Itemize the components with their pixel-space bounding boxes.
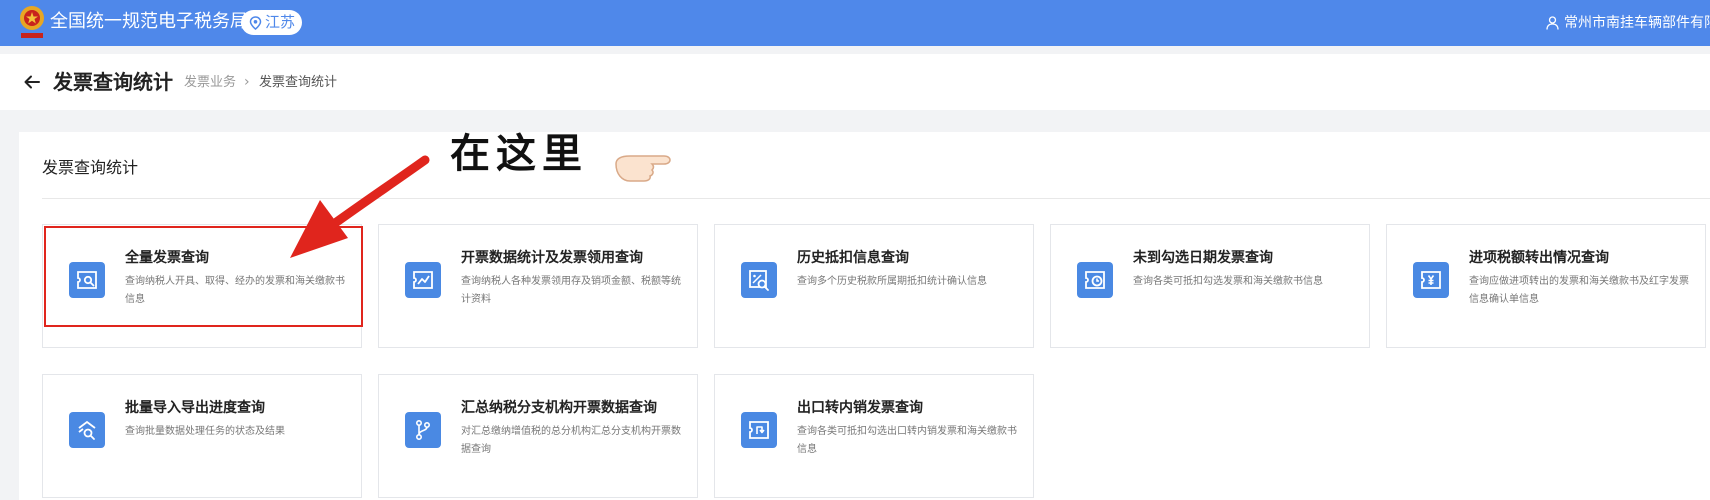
pointing-hand-icon [615, 155, 671, 182]
breadcrumb-item-current: 发票查询统计 [259, 75, 338, 90]
user-name: 常州市南挂车辆部件有限公 [1564, 15, 1710, 31]
site-title: 全国统一规范电子税务局 [50, 11, 248, 32]
card-branch-invoice-data-query[interactable]: 汇总纳税分支机构开票数据查询 对汇总缴纳增值税的总分机构汇总分支机构开票数据查询 [378, 374, 698, 498]
card-description: 查询应做进项转出的发票和海关缴款书及红字发票信息确认单信息 [1469, 276, 1689, 305]
card-unchecked-date-invoice-query[interactable]: 未到勾选日期发票查询 查询各类可抵扣勾选发票和海关缴款书信息 [1050, 224, 1370, 348]
invoice-trend-icon [405, 262, 441, 298]
deduction-search-icon [741, 262, 777, 298]
card-export-to-domestic-invoice-query[interactable]: 出口转内销发票查询 查询各类可抵扣勾选出口转内销发票和海关缴款书信息 [714, 374, 1034, 498]
page-title: 发票查询统计 [53, 70, 173, 94]
breadcrumb-separator-icon: › [244, 74, 250, 90]
card-description: 对汇总缴纳增值税的总分机构汇总分支机构开票数据查询 [461, 426, 681, 455]
region-label: 江苏 [265, 13, 296, 31]
card-title: 开票数据统计及发票领用查询 [461, 250, 643, 266]
highlight-box [44, 226, 363, 327]
card-title: 批量导入导出进度查询 [125, 400, 265, 416]
panel-title: 发票查询统计 [42, 158, 139, 177]
card-batch-import-export-query[interactable]: 批量导入导出进度查询 查询批量数据处理任务的状态及结果 [42, 374, 362, 498]
card-description: 查询批量数据处理任务的状态及结果 [125, 426, 285, 437]
card-description: 查询各类可抵扣勾选发票和海关缴款书信息 [1133, 276, 1323, 287]
export-invoice-icon [741, 412, 777, 448]
card-title: 未到勾选日期发票查询 [1133, 250, 1273, 266]
card-title: 汇总纳税分支机构开票数据查询 [461, 400, 657, 416]
card-historical-deduction-query[interactable]: 历史抵扣信息查询 查询多个历史税款所属期抵扣统计确认信息 [714, 224, 1034, 348]
breadcrumb-item-invoice-business[interactable]: 发票业务 [184, 74, 236, 92]
back-arrow-icon[interactable] [22, 72, 42, 92]
invoice-clock-icon [1077, 262, 1113, 298]
user-menu[interactable]: 常州市南挂车辆部件有限公 [1546, 14, 1710, 32]
card-input-tax-transfer-query[interactable]: 进项税额转出情况查询 查询应做进项转出的发票和海关缴款书及红字发票信息确认单信息 [1386, 224, 1706, 348]
card-invoice-statistics-query[interactable]: 开票数据统计及发票领用查询 查询纳税人各种发票领用存及销项金额、税额等统计资料 [378, 224, 698, 348]
top-bar: 全国统一规范电子税务局 江苏 常州市南挂车辆部件有限公 [0, 0, 1710, 46]
batch-search-icon [69, 412, 105, 448]
invoice-yen-icon [1413, 262, 1449, 298]
region-selector[interactable]: 江苏 [241, 10, 302, 35]
card-description: 查询纳税人各种发票领用存及销项金额、税额等统计资料 [461, 276, 681, 305]
annotation-text: 在这里 [450, 131, 588, 177]
page-header [0, 54, 1710, 110]
card-title: 历史抵扣信息查询 [797, 250, 909, 266]
panel-divider [42, 198, 1710, 199]
card-title: 出口转内销发票查询 [797, 400, 923, 416]
card-description: 查询各类可抵扣勾选出口转内销发票和海关缴款书信息 [797, 426, 1017, 455]
location-pin-icon [249, 16, 262, 30]
card-description: 查询多个历史税款所属期抵扣统计确认信息 [797, 276, 987, 287]
tax-emblem-icon [20, 6, 44, 38]
branch-icon [405, 412, 441, 448]
user-icon [1546, 16, 1559, 30]
card-title: 进项税额转出情况查询 [1469, 250, 1609, 266]
